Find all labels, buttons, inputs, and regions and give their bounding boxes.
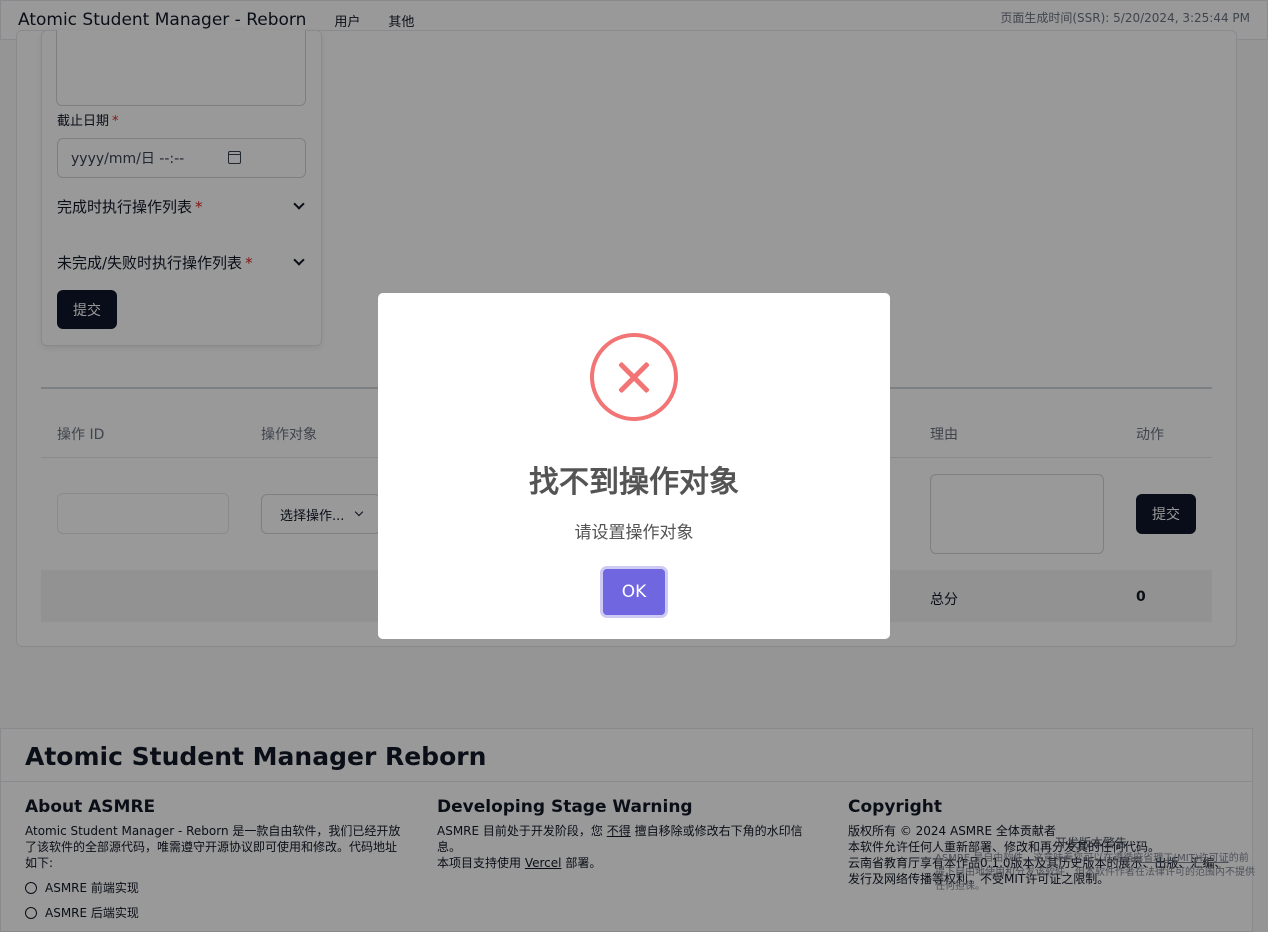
error-dialog: 找不到操作对象 请设置操作对象 OK — [378, 293, 890, 639]
ok-button[interactable]: OK — [603, 569, 665, 615]
error-x-icon — [590, 333, 678, 421]
dialog-title: 找不到操作对象 — [529, 465, 739, 500]
dialog-message: 请设置操作对象 — [574, 523, 694, 543]
